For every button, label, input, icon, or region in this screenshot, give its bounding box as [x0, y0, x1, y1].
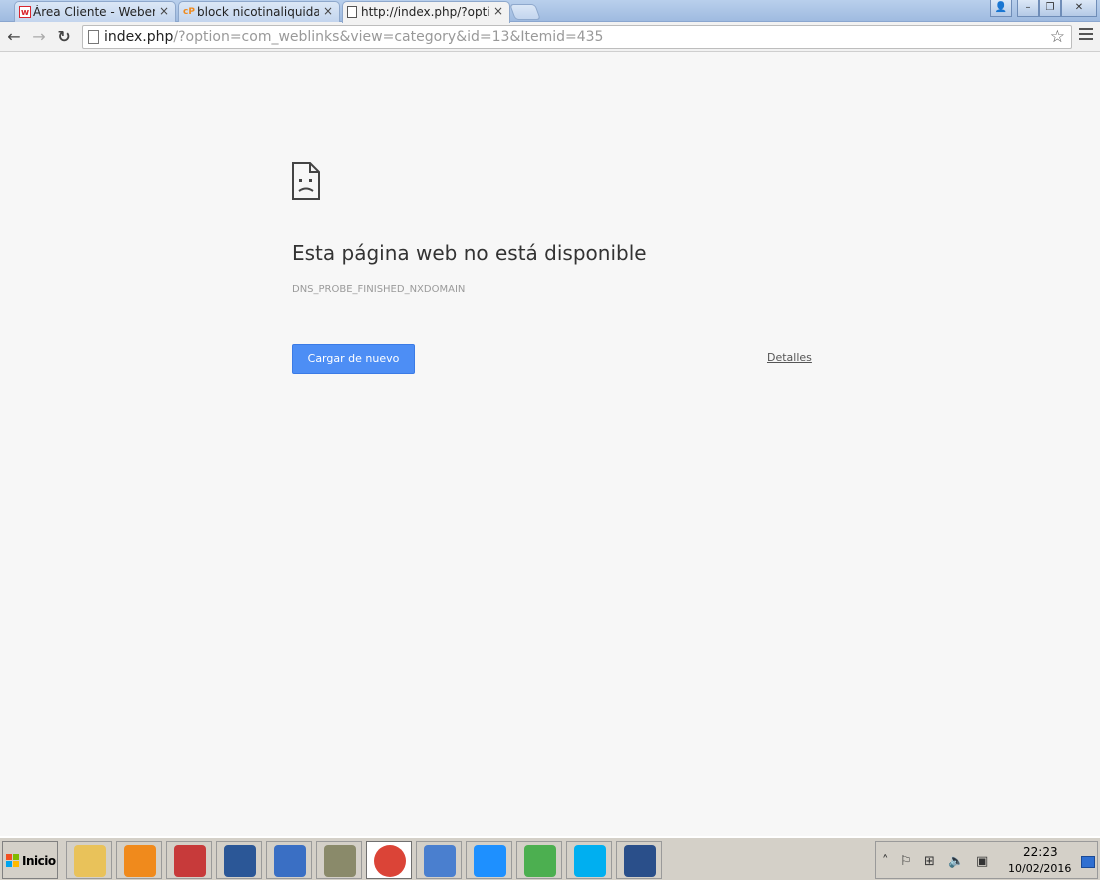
reload-icon[interactable]: ↻ [54, 26, 74, 48]
minimize-button[interactable]: – [1017, 0, 1039, 17]
volume-icon[interactable]: 🔈 [948, 854, 964, 869]
taskbar-app-button[interactable] [466, 841, 512, 879]
show-desktop-icon[interactable] [1081, 856, 1095, 868]
new-tab-button[interactable] [509, 4, 541, 20]
browser-toolbar: ← → ↻ index.php/?option=com_weblinks&vie… [0, 22, 1100, 52]
reload-button[interactable]: Cargar de nuevo [292, 344, 415, 374]
system-tray: ˄ ⚐ ⊞ 🔈 ▣ 22:23 10/02/2016 [875, 841, 1098, 879]
taskbar: Inicio ˄ ⚐ ⊞ 🔈 ▣ 22:23 10/02/2016 [0, 836, 1100, 880]
taskbar-app-button[interactable] [216, 841, 262, 879]
taskbar-app-button[interactable] [166, 841, 212, 879]
camera-icon [324, 845, 356, 877]
taskbar-app-button[interactable] [366, 841, 412, 879]
show-hidden-icons-icon[interactable]: ˄ [882, 854, 889, 869]
media-player-icon [124, 845, 156, 877]
tab-title: Área Cliente - Webempresa [33, 5, 155, 19]
remote-desktop-icon [274, 845, 306, 877]
restore-button[interactable]: ❐ [1039, 0, 1061, 17]
action-center-flag-icon[interactable]: ⚐ [900, 854, 912, 869]
windows-icon[interactable]: ⊞ [924, 854, 935, 869]
tab-index-php[interactable]: http://index.php/?option=com_weblinks × [342, 1, 510, 23]
utorrent-icon [524, 845, 556, 877]
url-text[interactable]: index.php/?option=com_weblinks&view=cate… [104, 29, 603, 45]
close-window-button[interactable]: ✕ [1061, 0, 1097, 17]
start-button[interactable]: Inicio [2, 841, 58, 879]
taskbar-app-button[interactable] [616, 841, 662, 879]
details-link[interactable]: Detalles [767, 351, 812, 364]
cpanel-icon: cP [183, 7, 195, 17]
back-icon[interactable]: ← [4, 26, 24, 48]
internet-explorer-icon [474, 845, 506, 877]
explorer-folder-icon [74, 845, 106, 877]
error-code: DNS_PROBE_FINISHED_NXDOMAIN [292, 284, 466, 295]
start-label: Inicio [22, 854, 56, 868]
taskbar-app-button[interactable] [516, 841, 562, 879]
word-icon [224, 845, 256, 877]
tab-title: http://index.php/?option=com_weblinks [361, 5, 489, 19]
chrome-icon [374, 845, 406, 877]
clock-date[interactable]: 10/02/2016 [1008, 862, 1071, 875]
tab-block-nicotina[interactable]: cP block nicotinaliquidapara × [178, 1, 340, 22]
taskbar-app-button[interactable] [316, 841, 362, 879]
url-path: /?option=com_weblinks&view=category&id=1… [173, 29, 604, 45]
forward-icon[interactable]: → [29, 26, 49, 48]
scissors-icon [174, 845, 206, 877]
webempresa-w-icon: w [19, 6, 31, 18]
user-profile-button[interactable]: 👤 [990, 0, 1012, 17]
tab-close-icon[interactable]: × [493, 4, 503, 18]
page-icon [347, 6, 357, 18]
clock-time[interactable]: 22:23 [1023, 845, 1058, 859]
tab-close-icon[interactable]: × [323, 4, 333, 18]
taskbar-app-button[interactable] [566, 841, 612, 879]
error-page: Esta página web no está disponible DNS_P… [0, 53, 1100, 836]
tab-area-cliente[interactable]: w Área Cliente - Webempresa × [14, 1, 176, 22]
taskbar-app-button[interactable] [66, 841, 112, 879]
network-icon[interactable]: ▣ [976, 854, 988, 869]
keyboard-icon [424, 845, 456, 877]
taskbar-app-button[interactable] [266, 841, 312, 879]
taskbar-app-button[interactable] [116, 841, 162, 879]
address-bar[interactable]: index.php/?option=com_weblinks&view=cate… [82, 25, 1072, 49]
sad-page-icon [292, 162, 320, 200]
url-host: index.php [104, 29, 174, 45]
page-icon [88, 30, 99, 44]
windows-flag-icon [6, 854, 19, 867]
chrome-menu-icon[interactable] [1079, 28, 1093, 43]
network-building-icon [624, 845, 656, 877]
screen: w Área Cliente - Webempresa × cP block n… [0, 0, 1100, 880]
tab-title: block nicotinaliquidapara [197, 5, 319, 19]
taskbar-app-button[interactable] [416, 841, 462, 879]
tab-close-icon[interactable]: × [159, 4, 169, 18]
bookmark-star-icon[interactable]: ☆ [1050, 27, 1065, 47]
error-title: Esta página web no está disponible [292, 241, 647, 265]
skype-icon [574, 845, 606, 877]
browser-title-bar: w Área Cliente - Webempresa × cP block n… [0, 0, 1100, 23]
